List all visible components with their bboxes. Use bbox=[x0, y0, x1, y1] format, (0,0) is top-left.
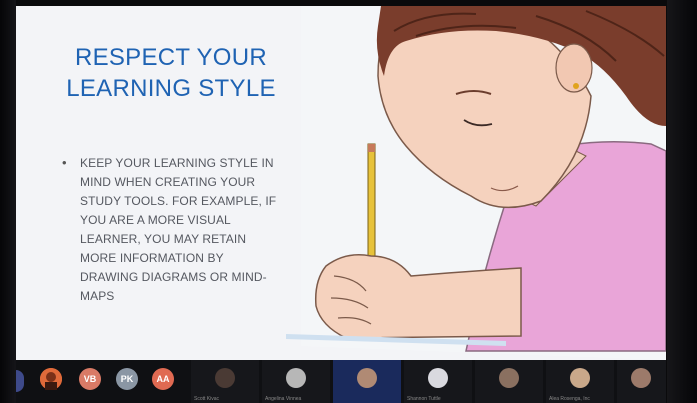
participant-tile-active[interactable] bbox=[333, 360, 401, 403]
participant-tile[interactable]: Shannon Tuttle bbox=[404, 360, 472, 403]
monitor-bezel-right bbox=[667, 0, 697, 403]
participant-name: Alea Rosenga, Inc bbox=[549, 396, 590, 402]
monitor-bezel-left bbox=[0, 0, 16, 403]
participant-video-left[interactable] bbox=[16, 370, 24, 392]
participant-tile[interactable] bbox=[475, 360, 543, 403]
person-icon bbox=[286, 368, 306, 388]
slide-title-line-1: RESPECT YOUR bbox=[74, 44, 268, 71]
slide-title: RESPECT YOUR LEARNING STYLE bbox=[56, 42, 286, 104]
person-icon bbox=[215, 368, 235, 388]
participant-initials: PK bbox=[120, 374, 134, 384]
person-icon bbox=[428, 368, 448, 388]
participant-tile[interactable]: Alea Rosenga, Inc bbox=[546, 360, 614, 403]
participant-tile[interactable] bbox=[617, 360, 666, 403]
person-icon bbox=[631, 368, 651, 388]
participant-name: Shannon Tuttle bbox=[407, 396, 441, 402]
participant-name: Angelina Vinnea bbox=[265, 396, 302, 402]
participant-avatar-photo[interactable] bbox=[40, 368, 62, 390]
presentation-slide: RESPECT YOUR LEARNING STYLE • KEEP YOUR … bbox=[16, 6, 666, 360]
participant-tile[interactable]: Scott Kivac bbox=[191, 360, 259, 403]
person-icon bbox=[357, 368, 377, 388]
participant-initials: VB bbox=[83, 374, 97, 384]
person-icon bbox=[570, 368, 590, 388]
girl-writing-illustration bbox=[286, 6, 666, 360]
participant-tile[interactable]: Angelina Vinnea bbox=[262, 360, 330, 403]
slide-title-line-2: LEARNING STYLE bbox=[66, 75, 276, 102]
participant-name: Scott Kivac bbox=[194, 396, 220, 402]
participant-strip: VB PK AA Scott Kivac Angelina Vinnea Sha… bbox=[16, 360, 666, 403]
person-photo-icon bbox=[40, 368, 62, 390]
participant-avatar-aa[interactable]: AA bbox=[152, 368, 174, 390]
participant-avatar-pk[interactable]: PK bbox=[116, 368, 138, 390]
participant-avatar-vb[interactable]: VB bbox=[79, 368, 101, 390]
slide-bullet-text: KEEP YOUR LEARNING STYLE IN MIND WHEN CR… bbox=[80, 156, 277, 303]
bullet-point-icon: • bbox=[62, 155, 67, 170]
person-icon bbox=[499, 368, 519, 388]
participant-initials: AA bbox=[156, 374, 170, 384]
